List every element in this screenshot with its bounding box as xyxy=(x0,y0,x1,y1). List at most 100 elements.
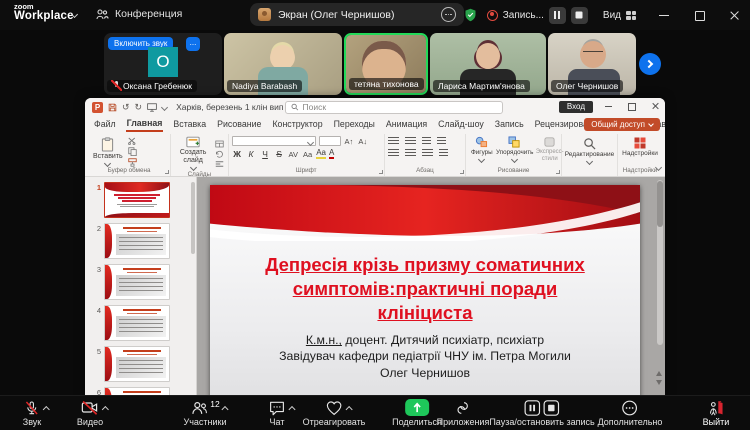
slide-thumbnail[interactable]: 3 xyxy=(89,264,196,300)
slide-4-thumbnail[interactable] xyxy=(104,305,170,341)
arrange-button[interactable]: Упорядочить xyxy=(498,135,532,163)
slide-subtitle[interactable]: К.м.н., доцент. Дитячий психіатр, психіа… xyxy=(210,332,640,381)
strikethrough-button[interactable]: S xyxy=(274,149,285,159)
undo-icon[interactable]: ↺ xyxy=(122,102,130,113)
font-name-select[interactable] xyxy=(232,136,316,146)
apps-button[interactable]: Приложения xyxy=(437,399,490,427)
copy-icon[interactable] xyxy=(128,147,137,156)
share-document-button[interactable]: Общий доступ xyxy=(584,118,660,131)
ppt-close-button[interactable] xyxy=(651,102,659,110)
start-presentation-icon[interactable] xyxy=(147,103,157,112)
chat-options-chevron-icon[interactable] xyxy=(288,406,295,413)
participant-tile[interactable]: Олег Чернишов xyxy=(548,33,636,95)
view-button[interactable]: Вид xyxy=(603,10,636,21)
pause-recording-button[interactable] xyxy=(549,7,566,24)
align-center-icon[interactable] xyxy=(405,149,416,157)
tab-screen-share[interactable]: Экран (Олег Чернишов) xyxy=(250,3,464,26)
window-close-button[interactable] xyxy=(729,10,740,21)
next-participants-button[interactable] xyxy=(639,53,661,75)
layout-icon[interactable] xyxy=(215,140,224,148)
cut-icon[interactable] xyxy=(128,137,137,145)
redo-icon[interactable]: ↻ xyxy=(135,102,143,113)
ppt-restore-button[interactable] xyxy=(628,102,636,110)
grow-font-button[interactable]: A↑ xyxy=(344,137,355,146)
participant-tile[interactable]: Включить звук ... О Оксана Гребенюк xyxy=(104,33,222,95)
dialog-launcher-icon[interactable] xyxy=(165,170,169,174)
tab-record[interactable]: Запись xyxy=(494,117,525,131)
video-button[interactable]: Видео xyxy=(77,399,103,427)
slide-title[interactable]: Депресія крізь призму соматичних симптом… xyxy=(210,253,640,325)
ppt-minimize-button[interactable] xyxy=(605,102,613,110)
character-spacing-button[interactable]: AV xyxy=(288,150,299,159)
save-icon[interactable] xyxy=(108,103,117,112)
indent-decrease-icon[interactable] xyxy=(422,137,431,145)
tab-design[interactable]: Конструктор xyxy=(271,117,323,131)
participant-tile[interactable]: Nadiya Barabash xyxy=(224,33,342,95)
window-maximize-button[interactable] xyxy=(694,10,705,21)
slide-thumbnail[interactable]: 4 xyxy=(89,305,196,341)
tile-more-button[interactable]: ... xyxy=(186,37,200,51)
slide-2-thumbnail[interactable] xyxy=(104,223,170,259)
current-slide[interactable]: Депресія крізь призму соматичних симптом… xyxy=(210,185,640,395)
align-right-icon[interactable] xyxy=(422,149,433,157)
reset-slide-icon[interactable] xyxy=(215,150,224,158)
participant-tile[interactable]: Лариса Мартим'янова xyxy=(430,33,546,95)
security-shield-icon[interactable] xyxy=(463,7,478,23)
addins-button[interactable]: Надстройки xyxy=(621,136,659,158)
font-color-button[interactable]: А xyxy=(329,149,334,159)
tab-meeting[interactable]: Конференция xyxy=(96,8,182,20)
pause-stop-record-button[interactable]: Пауза/остановить запись xyxy=(489,399,594,427)
reactions-button[interactable]: Отреагировать xyxy=(303,399,366,427)
slide-thumbnail[interactable]: 6 xyxy=(89,387,196,395)
align-left-icon[interactable] xyxy=(388,149,399,157)
tab-draw[interactable]: Рисование xyxy=(216,117,262,131)
qat-chevron-down-icon[interactable] xyxy=(161,103,168,110)
numbering-icon[interactable] xyxy=(405,137,416,145)
next-slide-icon[interactable] xyxy=(656,380,662,385)
slide-thumbnail[interactable]: 1 xyxy=(89,182,196,218)
indent-increase-icon[interactable] xyxy=(437,137,446,145)
participants-options-chevron-icon[interactable] xyxy=(221,406,228,413)
line-spacing-icon[interactable] xyxy=(439,149,448,157)
font-size-select[interactable] xyxy=(319,136,341,146)
italic-button[interactable]: К xyxy=(246,149,257,159)
previous-slide-icon[interactable] xyxy=(656,371,662,376)
dialog-launcher-icon[interactable] xyxy=(556,170,560,174)
underline-button[interactable]: Ч xyxy=(260,149,271,159)
audio-options-chevron-icon[interactable] xyxy=(43,406,50,413)
tab-transitions[interactable]: Переходы xyxy=(333,117,376,131)
ppt-search-box[interactable] xyxy=(285,101,503,114)
shapes-button[interactable]: Фигуры xyxy=(469,135,495,163)
participant-tile-active-speaker[interactable]: тетяна тихонова xyxy=(344,33,428,95)
change-case-button[interactable]: Aa xyxy=(302,150,313,159)
tab-slideshow[interactable]: Слайд-шоу xyxy=(437,117,485,131)
leave-button[interactable]: Выйти xyxy=(703,399,730,427)
quick-styles-button[interactable]: Экспресс-стили xyxy=(535,135,565,163)
thumbnail-scrollbar[interactable] xyxy=(191,182,195,254)
slide-6-thumbnail[interactable] xyxy=(104,387,170,395)
participants-button[interactable]: 12 Участники xyxy=(184,399,227,427)
shrink-font-button[interactable]: A↓ xyxy=(357,137,368,146)
slide-thumbnail[interactable]: 2 xyxy=(89,223,196,259)
share-screen-button[interactable]: Поделиться xyxy=(392,399,442,427)
pause-record-icon[interactable] xyxy=(524,400,540,416)
editing-button[interactable]: Редактирование xyxy=(565,136,614,165)
slide-thumbnail[interactable]: 5 xyxy=(89,346,196,382)
tab-insert[interactable]: Вставка xyxy=(172,117,207,131)
paste-button[interactable]: Вставить xyxy=(91,136,125,167)
format-painter-icon[interactable] xyxy=(128,158,137,167)
new-slide-button[interactable]: Создать слайд xyxy=(174,135,212,171)
slide-1-thumbnail[interactable] xyxy=(104,182,170,218)
dialog-launcher-icon[interactable] xyxy=(460,170,464,174)
audio-button[interactable]: Звук xyxy=(23,399,41,427)
more-button[interactable]: Дополнительно xyxy=(598,399,663,427)
bullets-icon[interactable] xyxy=(388,137,399,145)
dialog-launcher-icon[interactable] xyxy=(379,170,383,174)
bold-button[interactable]: Ж xyxy=(232,149,243,159)
tab-animations[interactable]: Анимация xyxy=(385,117,428,131)
slide-3-thumbnail[interactable] xyxy=(104,264,170,300)
stop-record-icon[interactable] xyxy=(543,400,559,416)
tab-file[interactable]: Файл xyxy=(93,117,117,131)
tab-home[interactable]: Главная xyxy=(126,116,164,132)
reactions-options-chevron-icon[interactable] xyxy=(345,406,352,413)
